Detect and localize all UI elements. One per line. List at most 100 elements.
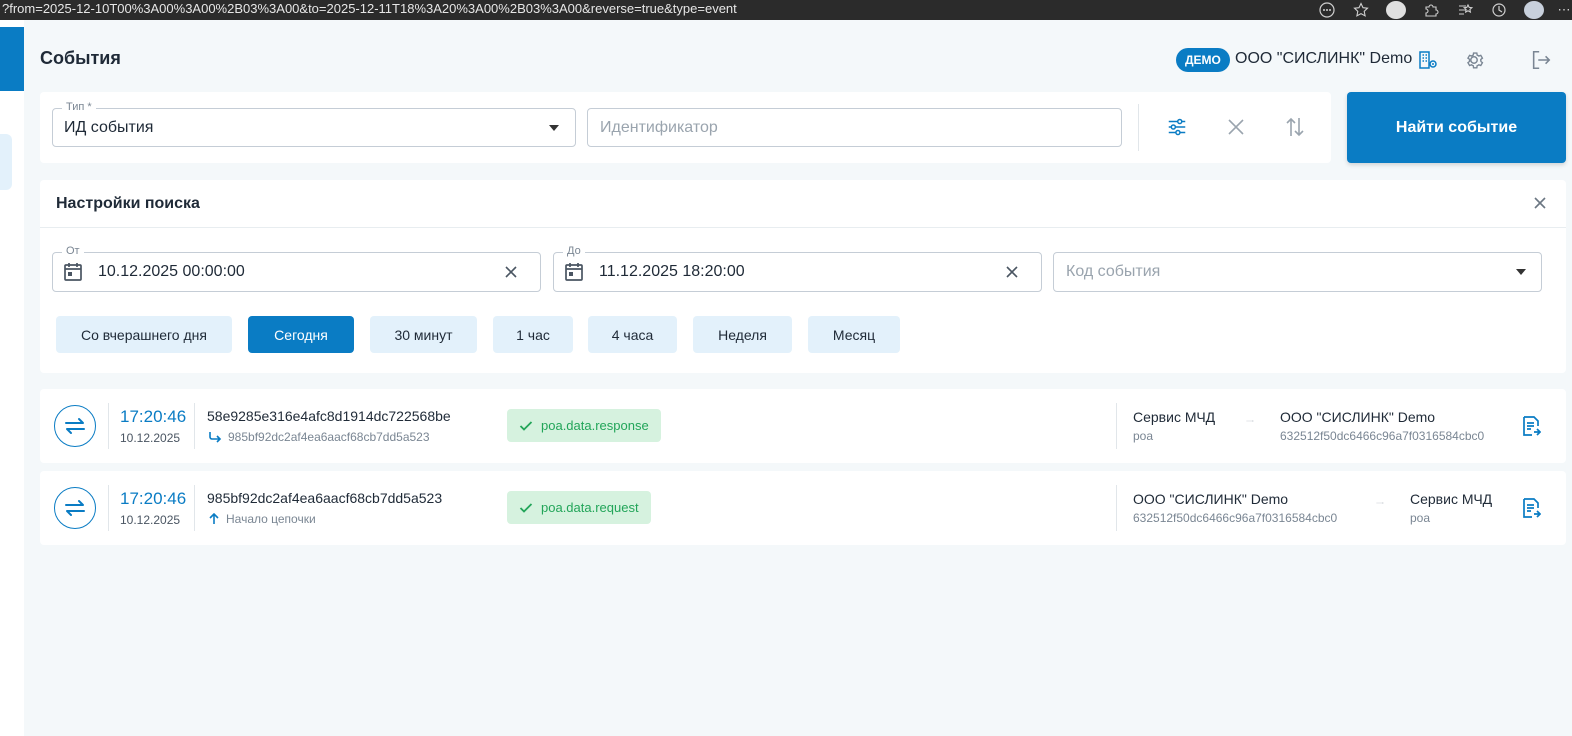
event-date: 10.12.2025 bbox=[120, 513, 181, 527]
left-sidebar bbox=[0, 20, 24, 736]
sender-name: Сервис МЧД bbox=[1133, 409, 1216, 425]
event-code-placeholder: Код события bbox=[1066, 263, 1161, 280]
chip-30-minutes[interactable]: 30 минут bbox=[370, 316, 477, 353]
row-divider bbox=[194, 403, 195, 449]
chevron-down-icon bbox=[1516, 269, 1526, 275]
organization-name[interactable]: ООО "СИСЛИНК" Demo bbox=[1235, 50, 1412, 68]
chip-week[interactable]: Неделя bbox=[693, 316, 792, 353]
event-id[interactable]: 985bf92dc2af4ea6aacf68cb7dd5a523 bbox=[207, 490, 442, 506]
clear-date-from-icon[interactable] bbox=[502, 263, 520, 281]
event-row[interactable]: 17:20:46 10.12.2025 985bf92dc2af4ea6aacf… bbox=[40, 471, 1566, 545]
recipient: ООО "СИСЛИНК" Demo 632512f50dc6466c96a7f… bbox=[1280, 409, 1484, 443]
page-title: События bbox=[40, 48, 121, 68]
clear-date-to-icon[interactable] bbox=[1003, 263, 1021, 281]
chain-start-text: Начало цепочки bbox=[226, 512, 316, 526]
favorites-list-icon[interactable] bbox=[1456, 1, 1474, 19]
gear-icon[interactable] bbox=[1463, 49, 1485, 71]
sender: Сервис МЧД poa bbox=[1133, 409, 1215, 443]
chevron-down-icon bbox=[549, 125, 559, 131]
event-type-tag-label: poa.data.request bbox=[541, 500, 639, 515]
sort-order-icon[interactable] bbox=[1283, 115, 1307, 139]
event-row[interactable]: 17:20:46 10.12.2025 58e9285e316e4afc8d19… bbox=[40, 389, 1566, 463]
history-icon[interactable] bbox=[1490, 1, 1508, 19]
browser-menu-icon[interactable]: ⋯ bbox=[1558, 1, 1571, 19]
chip-today[interactable]: Сегодня bbox=[248, 316, 354, 353]
event-time: 17:20:46 bbox=[120, 407, 187, 426]
chain-start-label: Начало цепочки bbox=[208, 512, 316, 526]
arrow-up-icon bbox=[209, 513, 219, 524]
demo-badge: ДЕМО bbox=[1176, 48, 1230, 72]
sender-id: 632512f50dc6466c96a7f0316584cbc0 bbox=[1133, 511, 1338, 525]
date-from-label: От bbox=[62, 245, 84, 257]
exchange-icon bbox=[54, 405, 96, 447]
arrow-right-icon bbox=[1376, 502, 1384, 504]
exchange-icon bbox=[54, 487, 96, 529]
row-divider bbox=[1116, 403, 1117, 449]
chip-month[interactable]: Месяц bbox=[808, 316, 900, 353]
search-settings-panel: Настройки поиска От 10.12.2025 00:00:00 … bbox=[40, 180, 1566, 373]
clear-search-icon[interactable] bbox=[1224, 115, 1248, 139]
logout-icon[interactable] bbox=[1530, 49, 1552, 71]
extensions-puzzle-icon[interactable] bbox=[1422, 1, 1440, 19]
close-icon[interactable] bbox=[1531, 194, 1549, 212]
recipient-id: poa bbox=[1410, 511, 1431, 525]
favorite-star-icon[interactable] bbox=[1352, 1, 1370, 19]
identifier-placeholder: Идентификатор bbox=[600, 119, 718, 136]
event-type-tag: poa.data.response bbox=[507, 409, 661, 442]
sidebar-active-item[interactable] bbox=[0, 134, 12, 190]
date-from-value: 10.12.2025 00:00:00 bbox=[98, 263, 245, 280]
chip-4-hours[interactable]: 4 часа bbox=[588, 316, 677, 353]
date-to-value: 11.12.2025 18:20:00 bbox=[599, 263, 745, 280]
extension-avatar-icon[interactable] bbox=[1386, 1, 1406, 19]
organization-settings-icon[interactable] bbox=[1418, 50, 1438, 70]
check-icon bbox=[519, 420, 533, 431]
event-date: 10.12.2025 bbox=[120, 431, 181, 445]
sidebar-logo-block[interactable] bbox=[0, 27, 24, 91]
document-details-icon[interactable] bbox=[1521, 415, 1542, 437]
recipient: Сервис МЧД poa bbox=[1410, 491, 1492, 525]
reply-arrow-icon bbox=[209, 432, 222, 443]
event-time: 17:20:46 bbox=[120, 489, 187, 508]
chip-since-yesterday[interactable]: Со вчерашнего дня bbox=[56, 316, 232, 353]
sender: ООО "СИСЛИНК" Demo 632512f50dc6466c96a7f… bbox=[1133, 491, 1337, 525]
search-settings-title: Настройки поиска bbox=[56, 195, 200, 212]
document-details-icon[interactable] bbox=[1521, 497, 1542, 519]
row-divider bbox=[108, 403, 109, 449]
more-options-circle-icon[interactable] bbox=[1318, 1, 1336, 19]
browser-toolbar: ?from=2025-12-10T00%3A00%3A00%2B03%3A00&… bbox=[0, 0, 1572, 20]
browser-toolbar-icons: ⋯ bbox=[1318, 0, 1572, 20]
date-to-label: До bbox=[563, 245, 585, 257]
parent-event-id: 985bf92dc2af4ea6aacf68cb7dd5a523 bbox=[228, 430, 430, 444]
event-code-select[interactable]: Код события bbox=[1053, 252, 1542, 292]
arrow-right-icon bbox=[1246, 420, 1254, 422]
date-from-field[interactable]: От 10.12.2025 00:00:00 bbox=[52, 245, 541, 292]
event-type-select[interactable]: Тип * ИД события bbox=[52, 101, 576, 147]
check-icon bbox=[519, 502, 533, 513]
sender-name: ООО "СИСЛИНК" Demo bbox=[1133, 491, 1289, 507]
chip-1-hour[interactable]: 1 час bbox=[493, 316, 573, 353]
recipient-name: ООО "СИСЛИНК" Demo bbox=[1280, 409, 1436, 425]
panel-divider bbox=[40, 227, 1566, 228]
find-event-button[interactable]: Найти событие bbox=[1347, 92, 1566, 163]
parent-event-link[interactable]: 985bf92dc2af4ea6aacf68cb7dd5a523 bbox=[208, 430, 430, 444]
search-card: Тип * ИД события Идентификатор bbox=[40, 92, 1331, 163]
recipient-name: Сервис МЧД bbox=[1410, 491, 1493, 507]
identifier-input[interactable]: Идентификатор bbox=[587, 108, 1122, 147]
event-type-value: ИД события bbox=[64, 119, 154, 136]
calendar-icon[interactable] bbox=[563, 261, 585, 283]
calendar-icon[interactable] bbox=[62, 261, 84, 283]
event-type-label: Тип * bbox=[62, 101, 96, 113]
profile-avatar-icon[interactable] bbox=[1524, 1, 1544, 19]
event-type-tag-label: poa.data.response bbox=[541, 418, 649, 433]
filter-settings-icon[interactable] bbox=[1165, 115, 1189, 139]
address-bar-url[interactable]: ?from=2025-12-10T00%3A00%3A00%2B03%3A00&… bbox=[2, 1, 737, 16]
sender-id: poa bbox=[1133, 429, 1154, 443]
row-divider bbox=[194, 485, 195, 531]
event-type-tag: poa.data.request bbox=[507, 491, 651, 524]
row-divider bbox=[1116, 485, 1117, 531]
date-to-field[interactable]: До 11.12.2025 18:20:00 bbox=[553, 245, 1042, 292]
event-id[interactable]: 58e9285e316e4afc8d1914dc722568be bbox=[207, 408, 451, 424]
recipient-id: 632512f50dc6466c96a7f0316584cbc0 bbox=[1280, 429, 1485, 443]
row-divider bbox=[108, 485, 109, 531]
toolbar-divider bbox=[1138, 104, 1139, 151]
